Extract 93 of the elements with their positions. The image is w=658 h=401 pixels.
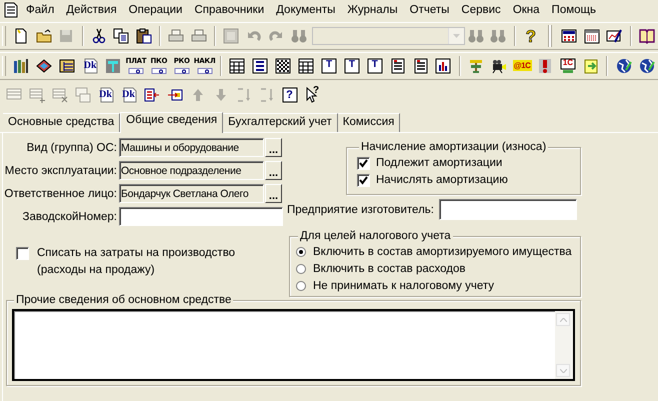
group-title: Для целей налогового учета [298,230,453,242]
checkbox[interactable] [357,174,370,187]
page-icon [120,87,136,103]
label-button[interactable]: @1С [510,55,534,77]
books-icon[interactable] [13,58,30,74]
copy-icon[interactable] [113,28,130,44]
page-icon [82,58,98,74]
radio-label: Включить в состав расходов [313,262,466,274]
checkerboard-icon[interactable] [275,58,292,74]
toolbar-grip[interactable] [2,26,6,46]
diamond-icon[interactable] [36,58,52,74]
document-icon[interactable] [390,58,406,74]
checkbox-label: Списать на затраты на производство (расходы на продажу) [37,246,236,278]
browse-button[interactable]: ... [265,184,282,203]
new-document-icon[interactable] [13,28,30,44]
page-icon [98,87,114,103]
radio-label: Включить в состав амортизируемого имущества [313,246,572,258]
exclamation-icon[interactable] [537,58,554,74]
input-field[interactable] [119,207,283,226]
menu-item[interactable]: Документы [270,2,342,18]
menu-item[interactable]: Файл [20,2,60,18]
text-button[interactable]: T [340,55,364,77]
frame-arrow-icon[interactable] [166,87,182,103]
bar-chart-icon[interactable] [435,58,452,74]
tab[interactable]: Комиссия [338,113,400,132]
menu-item[interactable]: Помощь [546,2,602,18]
document-icon[interactable] [4,2,18,18]
menu-item[interactable]: Журналы [341,2,404,18]
monitor-icon [560,58,576,74]
chart-icon[interactable] [606,28,622,44]
document-button[interactable]: Dk [78,55,102,77]
globe-icon[interactable] [638,58,655,74]
menu-item[interactable]: Отчеты [404,2,456,18]
form-icon [174,68,190,74]
group-title: Начисление амортизации (износа) [359,141,548,153]
document-icon[interactable] [412,58,429,74]
text-button[interactable]: T [363,55,386,77]
form-icon [196,68,213,74]
signpost-icon[interactable] [468,58,484,74]
field-label: Вид (группа) ОС: [26,142,118,154]
document-button[interactable]: Dk [117,84,140,106]
book-icon[interactable] [638,28,655,44]
input-field[interactable]: Машины и оборудование [119,138,264,157]
checkbox[interactable] [16,247,29,260]
group-title: Прочие сведения об основном средстве [14,294,234,306]
tab[interactable]: Бухгалтерский учет [223,113,338,132]
menu-item[interactable]: Справочники [188,2,270,18]
text-button[interactable]: T [318,55,340,77]
table-icon[interactable] [229,58,246,74]
frame-icon [321,58,338,74]
frame-icon [344,58,360,74]
checkbox[interactable] [357,157,370,170]
browse-button[interactable]: ... [265,138,282,157]
calculator-icon[interactable] [561,28,578,44]
checkbox-label: Начислять амортизацию [376,174,508,186]
form-icon [128,68,144,74]
toolbar-grip[interactable] [548,25,552,47]
tab[interactable]: Общие сведения [120,112,224,133]
form-icon [150,68,167,74]
field-label: ЗаводскойНомер: [22,210,118,222]
menu-item[interactable]: Действия [60,2,123,18]
calendar-icon[interactable] [584,28,600,44]
field-label: Ответственное лицо: [3,188,118,200]
table-icon[interactable] [298,58,314,74]
field-label: Предприятие изготовитель: [287,204,434,216]
clipboard-icon[interactable] [136,28,152,44]
menu-item[interactable]: Окна [506,2,546,18]
input-field[interactable] [438,199,577,220]
cabinet-icon[interactable] [59,58,76,74]
checkbox-label: Подлежит амортизации [376,156,502,168]
radio-button[interactable] [296,280,306,290]
menu-item[interactable]: Сервис [455,2,507,18]
report-icon[interactable] [252,58,268,74]
toolbar-grip[interactable] [2,56,6,76]
radio-label: Не принимать к налоговому учету [313,280,494,292]
field-label: Место эксплуатации: [4,164,118,176]
list-arrow-icon[interactable] [144,87,160,103]
frame-icon [282,87,298,103]
input-field[interactable]: Бондарчук Светлана Олего [119,184,264,203]
monitor-button[interactable]: 1С [556,55,580,77]
camera-icon[interactable] [491,58,508,74]
frame-icon [366,58,383,74]
folder-icon[interactable] [36,28,52,44]
globe-icon[interactable] [616,58,632,74]
help-button[interactable]: ? [278,84,301,106]
document-button[interactable]: Dk [94,84,117,106]
menu-item[interactable]: Операции [122,2,188,18]
radio-button[interactable] [296,264,306,274]
scissors-icon[interactable] [90,28,107,44]
input-field[interactable]: Основное подразделение [119,161,264,180]
radio-button[interactable] [296,246,306,256]
browse-button[interactable]: ... [265,161,282,180]
help-pointer-button[interactable]: ? [301,84,324,106]
